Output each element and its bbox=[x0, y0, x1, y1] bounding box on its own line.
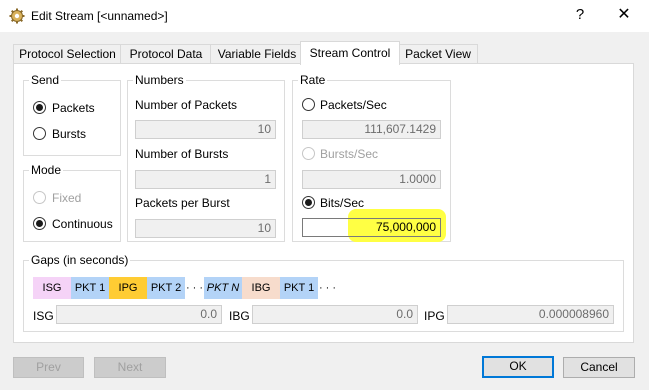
num-bursts-field[interactable]: 1 bbox=[135, 170, 276, 189]
packets-per-burst-field[interactable]: 10 bbox=[135, 219, 276, 238]
prev-button[interactable]: Prev bbox=[13, 357, 84, 378]
gap-segment-pkt: PKT 2 bbox=[147, 277, 185, 299]
ok-button[interactable]: OK bbox=[482, 356, 554, 378]
gap-segment-ellipsis: · · · bbox=[318, 282, 337, 294]
gap-segment-isg: ISG bbox=[33, 277, 71, 299]
gap-segment-ellipsis: · · · bbox=[185, 282, 204, 294]
bursts-radio[interactable] bbox=[33, 127, 46, 140]
num-packets-field[interactable]: 10 bbox=[135, 120, 276, 139]
continuous-label: Continuous bbox=[52, 217, 113, 231]
fixed-radio[interactable] bbox=[33, 191, 46, 204]
ipg-field[interactable]: 0.000008960 bbox=[447, 305, 614, 324]
ipg-label: IPG bbox=[424, 309, 445, 323]
window-title: Edit Stream [<unnamed>] bbox=[31, 9, 168, 23]
packets-per-burst-label: Packets per Burst bbox=[135, 196, 230, 210]
isg-field[interactable]: 0.0 bbox=[56, 305, 222, 324]
tab-stream-control[interactable]: Stream Control bbox=[300, 41, 400, 65]
gap-segment-pkt: PKT N bbox=[204, 277, 242, 299]
next-button[interactable]: Next bbox=[94, 357, 166, 378]
tab-protocol-data[interactable]: Protocol Data bbox=[120, 44, 212, 64]
tab-variable-fields[interactable]: Variable Fields bbox=[210, 44, 304, 64]
bits-per-sec-field[interactable]: 75,000,000 bbox=[302, 218, 441, 237]
radio-dot bbox=[36, 220, 43, 227]
bursts-per-sec-label: Bursts/Sec bbox=[320, 147, 379, 161]
send-group bbox=[23, 80, 121, 156]
gap-segment-ibg: IBG bbox=[242, 277, 280, 299]
close-button[interactable]: ✕ bbox=[612, 4, 636, 28]
packets-per-sec-label: Packets/Sec bbox=[320, 98, 387, 112]
packets-label: Packets bbox=[52, 101, 95, 115]
packets-per-sec-field[interactable]: 111,607.1429 bbox=[302, 120, 441, 139]
mode-group-title: Mode bbox=[29, 163, 64, 177]
fixed-label: Fixed bbox=[52, 191, 82, 205]
help-button[interactable]: ? bbox=[569, 4, 591, 26]
tab-protocol-selection[interactable]: Protocol Selection bbox=[13, 44, 122, 64]
bursts-per-sec-radio[interactable] bbox=[302, 147, 315, 160]
numbers-group-title: Numbers bbox=[133, 73, 186, 87]
continuous-radio[interactable] bbox=[33, 217, 46, 230]
gear-icon bbox=[9, 8, 25, 24]
bursts-per-sec-field[interactable]: 1.0000 bbox=[302, 170, 441, 189]
radio-dot bbox=[305, 199, 312, 206]
gaps-group-title: Gaps (in seconds) bbox=[29, 253, 131, 267]
gap-segment-pkt: PKT 1 bbox=[280, 277, 318, 299]
cancel-button[interactable]: Cancel bbox=[563, 357, 635, 378]
send-group-title: Send bbox=[29, 73, 62, 87]
mode-group bbox=[23, 170, 121, 242]
radio-dot bbox=[36, 104, 43, 111]
isg-label: ISG bbox=[33, 309, 54, 323]
gap-segment-ipg: IPG bbox=[109, 277, 147, 299]
num-bursts-label: Number of Bursts bbox=[135, 147, 229, 161]
ibg-label: IBG bbox=[229, 309, 250, 323]
packets-per-sec-radio[interactable] bbox=[302, 98, 315, 111]
num-packets-label: Number of Packets bbox=[135, 98, 238, 112]
ibg-field[interactable]: 0.0 bbox=[252, 305, 418, 324]
tab-packet-view[interactable]: Packet View bbox=[398, 44, 478, 64]
rate-group-title: Rate bbox=[298, 73, 328, 87]
packets-radio[interactable] bbox=[33, 101, 46, 114]
bits-per-sec-radio[interactable] bbox=[302, 196, 315, 209]
bursts-label: Bursts bbox=[52, 127, 87, 141]
gap-segment-pkt: PKT 1 bbox=[71, 277, 109, 299]
bits-per-sec-label: Bits/Sec bbox=[320, 196, 365, 210]
